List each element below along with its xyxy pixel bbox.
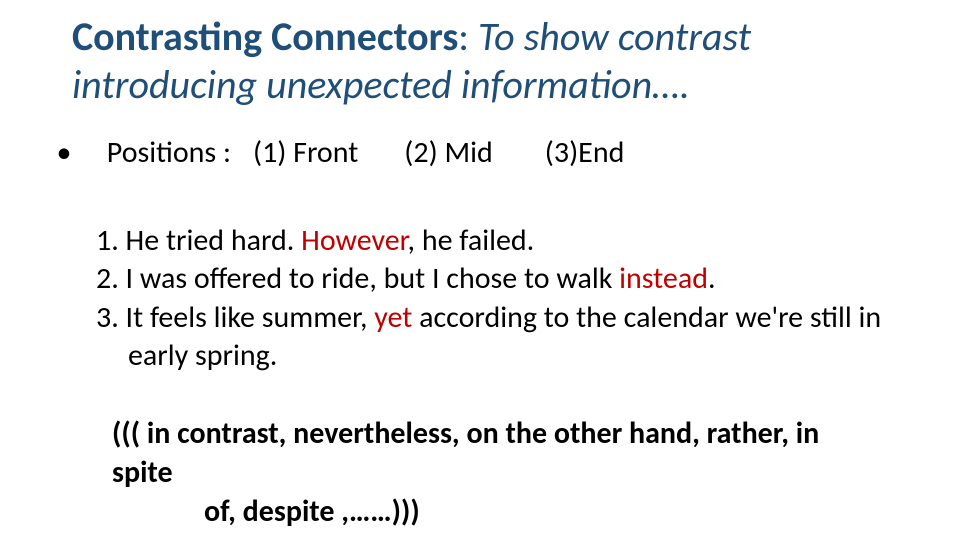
synonyms-block: ((( in contrast, nevertheless, on the ot… [112, 414, 860, 531]
ex2-pre: 2. I was offered to ride, but I chose to… [96, 260, 619, 297]
ex1-connector: However [301, 222, 407, 259]
ex1-post: , he failed. [408, 222, 535, 259]
examples-block: 1. He tried hard. However, he failed. 2.… [96, 222, 900, 376]
ex3-mid: according to the calendar we're still in [419, 299, 881, 336]
title-colon: : [458, 12, 478, 61]
title-main: Contrasting Connectors [72, 12, 458, 61]
ex2-post: . [708, 260, 716, 297]
slide-subtitle: introducing unexpected information…. [72, 60, 690, 109]
ex3-pre: 3. It feels like summer, [96, 299, 374, 336]
slide: Contrasting Connectors: To show contrast… [0, 0, 960, 540]
title-sub: To show contrast [478, 12, 751, 61]
slide-title: Contrasting Connectors: To show contrast [72, 14, 751, 60]
example-1: 1. He tried hard. However, he failed. [96, 222, 900, 260]
position-1: (1) Front [253, 134, 358, 171]
example-2: 2. I was offered to ride, but I chose to… [96, 260, 900, 298]
positions-label: Positions : [107, 134, 231, 171]
ex2-connector: instead [619, 260, 708, 297]
position-3: (3)End [545, 134, 625, 171]
example-3-cont: early spring. [96, 337, 900, 375]
positions-row: • Positions : (1) Front (2) Mid (3)End [50, 134, 624, 171]
bullet-icon: • [50, 134, 78, 171]
position-2: (2) Mid [404, 134, 492, 171]
example-3: 3. It feels like summer, yet according t… [96, 299, 900, 337]
ex3-connector: yet [374, 299, 419, 336]
synonyms-line1: ((( in contrast, nevertheless, on the ot… [112, 415, 819, 491]
synonyms-line2: of, despite ,……))) [112, 492, 860, 531]
ex1-pre: 1. He tried hard. [96, 222, 301, 259]
